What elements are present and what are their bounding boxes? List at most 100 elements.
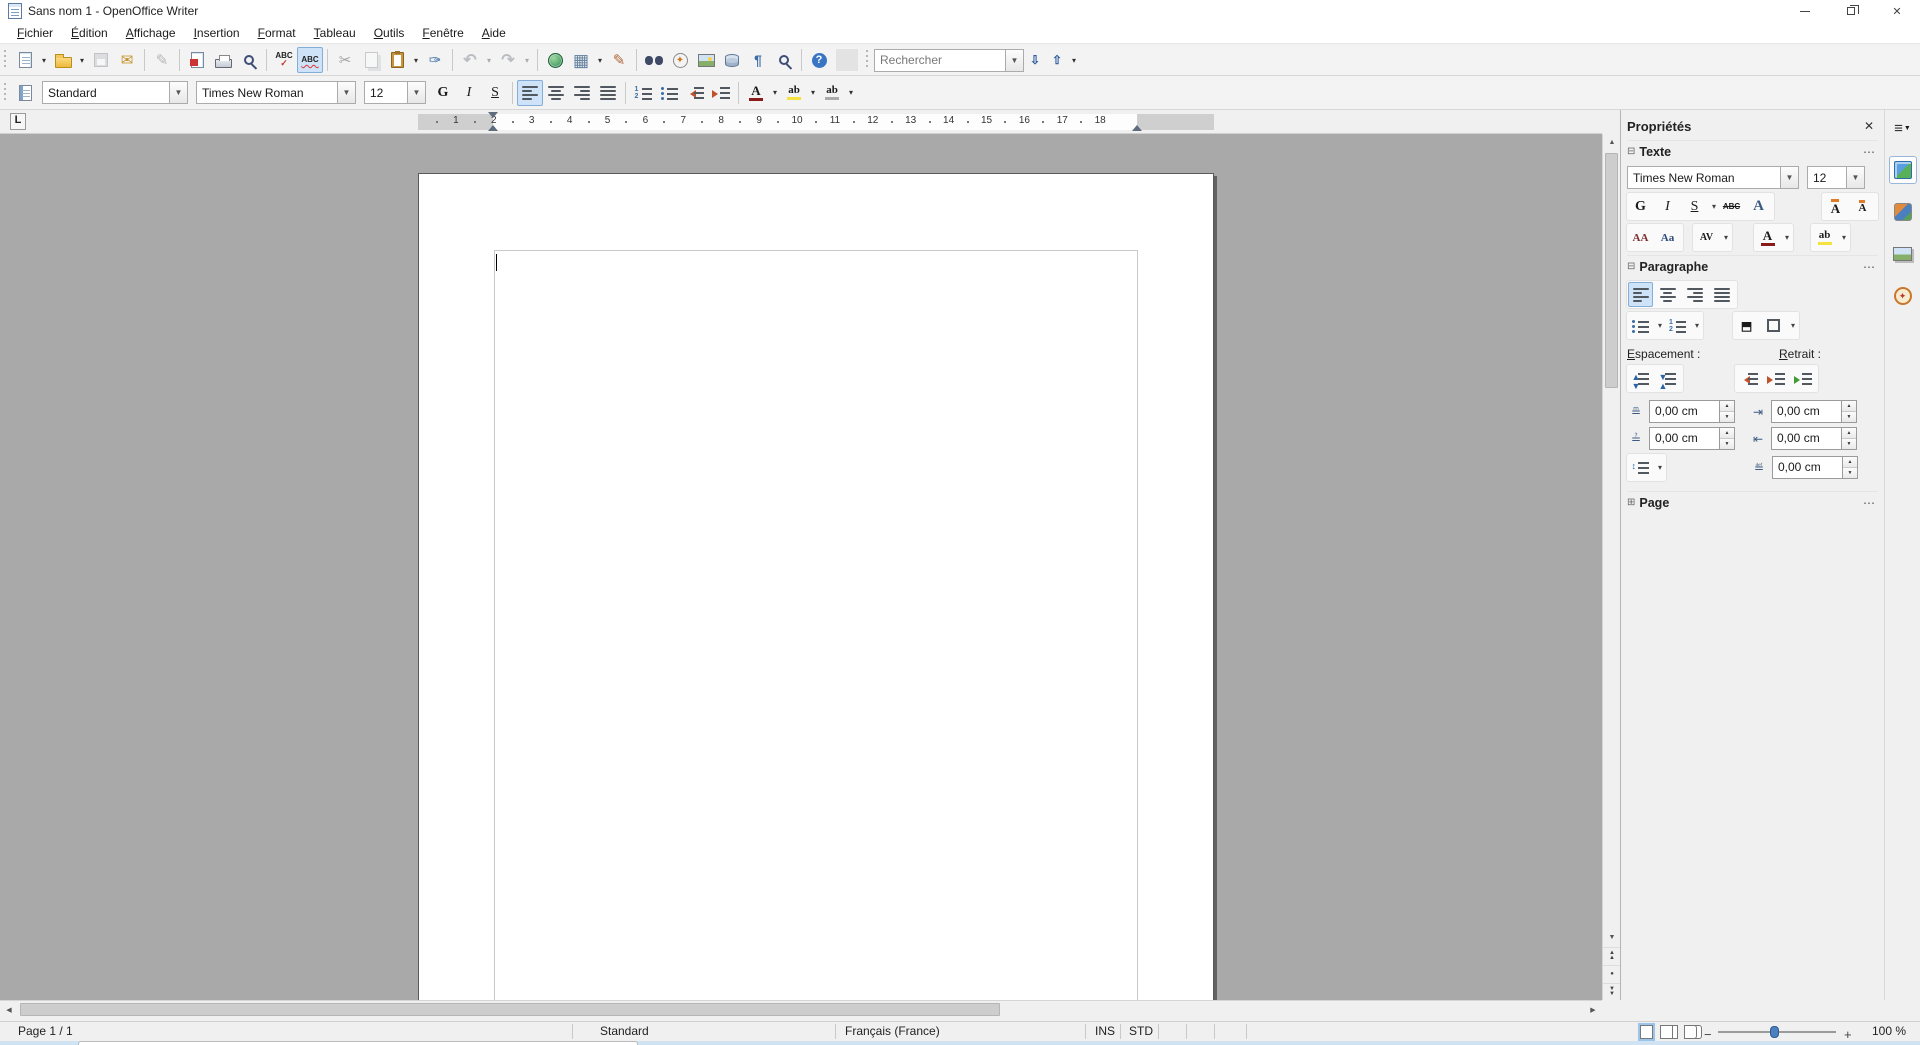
- background-color-dropdown[interactable]: ▾: [845, 80, 857, 106]
- scroll-left-button[interactable]: ◀: [0, 1001, 18, 1018]
- increase-font-size-button[interactable]: A: [1823, 194, 1848, 219]
- edit-file-button[interactable]: ✎: [149, 47, 175, 73]
- save-button[interactable]: [88, 47, 114, 73]
- sidebar-strikethrough-button[interactable]: ABC: [1719, 194, 1744, 219]
- page-style-indicator[interactable]: Standard: [600, 1024, 649, 1038]
- data-sources-button[interactable]: [719, 47, 745, 73]
- menu-item-aide[interactable]: Aide: [473, 24, 515, 42]
- undo-dropdown[interactable]: ▾: [483, 47, 495, 73]
- highlighting-button[interactable]: ab: [781, 80, 807, 106]
- gallery-button[interactable]: [693, 47, 719, 73]
- character-spacing-button[interactable]: AV: [1694, 225, 1719, 250]
- decrease-font-size-button[interactable]: A: [1850, 194, 1875, 219]
- undo-button[interactable]: ↶: [457, 47, 483, 73]
- style-dropdown[interactable]: ▼: [169, 82, 187, 103]
- copy-button[interactable]: [358, 47, 384, 73]
- tab-stop-selector[interactable]: L: [10, 113, 26, 130]
- size-dropdown[interactable]: ▼: [1846, 167, 1864, 188]
- sidebar-highlighting-button[interactable]: ab: [1812, 225, 1837, 250]
- print-preview-button[interactable]: [236, 47, 262, 73]
- italic-button[interactable]: I: [456, 80, 482, 106]
- collapse-icon[interactable]: ⊟: [1627, 146, 1635, 157]
- spellcheck-button[interactable]: ABC ✓: [271, 47, 297, 73]
- paste-dropdown[interactable]: ▾: [410, 47, 422, 73]
- bold-button[interactable]: G: [430, 80, 456, 106]
- sidebar-close-button[interactable]: ✕: [1860, 119, 1878, 133]
- export-pdf-button[interactable]: [184, 47, 210, 73]
- increase-indent-button[interactable]: [708, 80, 734, 106]
- insert-table-dropdown[interactable]: ▾: [594, 47, 606, 73]
- single-page-view-button[interactable]: [1638, 1023, 1655, 1041]
- menu-item-fichier[interactable]: Fichier: [8, 24, 62, 42]
- below-paragraph-spacing-field[interactable]: 0,00 cm ▲ ▼: [1649, 427, 1735, 450]
- open-dropdown[interactable]: ▾: [76, 47, 88, 73]
- align-left-button[interactable]: [517, 79, 543, 106]
- new-document-dropdown[interactable]: ▾: [38, 47, 50, 73]
- close-button[interactable]: ✕: [1874, 0, 1920, 22]
- character-spacing-dropdown[interactable]: ▾: [1721, 233, 1731, 242]
- zoom-button[interactable]: [771, 47, 797, 73]
- underline-button[interactable]: S: [482, 80, 508, 106]
- selection-mode-indicator[interactable]: STD: [1129, 1024, 1153, 1038]
- scroll-down-button[interactable]: ▼: [1603, 929, 1621, 946]
- bullet-list-button[interactable]: [656, 80, 682, 106]
- above-paragraph-spacing-field[interactable]: 0,00 cm ▲ ▼: [1649, 400, 1735, 423]
- menu-item-affichage[interactable]: Affichage: [117, 24, 185, 42]
- expand-icon[interactable]: ⊞: [1627, 497, 1635, 508]
- first-line-indent-field[interactable]: 0,00 cm ▲ ▼: [1772, 456, 1858, 479]
- previous-page-button[interactable]: ▲ ▲: [1603, 947, 1621, 964]
- zoom-level-indicator[interactable]: 100 %: [1872, 1024, 1906, 1038]
- font-dropdown[interactable]: ▼: [1780, 167, 1798, 188]
- page-more-options-button[interactable]: ⋯: [1861, 496, 1878, 510]
- underline-dropdown[interactable]: ▾: [1709, 202, 1719, 211]
- line-spacing-dropdown[interactable]: ▾: [1655, 463, 1665, 472]
- find-toolbar-grip[interactable]: [865, 50, 870, 70]
- document-page[interactable]: [418, 173, 1214, 1000]
- open-button[interactable]: [50, 47, 76, 73]
- language-indicator[interactable]: Français (France): [845, 1024, 940, 1038]
- navigation-dot-button[interactable]: ●: [1603, 965, 1621, 982]
- sidebar-justify-button[interactable]: [1709, 282, 1734, 307]
- sidebar-bold-button[interactable]: G: [1628, 194, 1653, 219]
- section-header-page[interactable]: ⊞ Page ⋯: [1627, 491, 1878, 513]
- menu-item-format[interactable]: Format: [249, 24, 305, 42]
- font-effects-button[interactable]: A: [1746, 194, 1771, 219]
- highlighting-dropdown[interactable]: ▾: [807, 80, 819, 106]
- left-indent-marker[interactable]: [488, 120, 498, 131]
- toolbar-grip[interactable]: [3, 82, 8, 103]
- sidebar-underline-button[interactable]: S: [1682, 194, 1707, 219]
- size-dropdown[interactable]: ▼: [407, 82, 425, 103]
- sidebar-font-size-select[interactable]: 12 ▼: [1807, 166, 1865, 189]
- find-previous-button[interactable]: ⇧: [1046, 47, 1068, 73]
- horizontal-scrollbar[interactable]: ◀ ▶: [0, 1000, 1602, 1018]
- font-color-button[interactable]: A: [743, 80, 769, 106]
- tab-styles[interactable]: [1889, 198, 1917, 226]
- sidebar-font-name-select[interactable]: Times New Roman ▼: [1627, 166, 1799, 189]
- sidebar-decrease-indent-button[interactable]: [1736, 366, 1761, 391]
- find-input[interactable]: Rechercher ▼: [874, 48, 1024, 72]
- help-button[interactable]: ?: [806, 47, 832, 73]
- texte-more-options-button[interactable]: ⋯: [1861, 145, 1878, 159]
- justify-button[interactable]: [595, 80, 621, 106]
- sidebar-align-right-button[interactable]: [1682, 282, 1707, 307]
- book-view-button[interactable]: [1684, 1025, 1697, 1039]
- tab-navigator[interactable]: ✦: [1889, 282, 1917, 310]
- page-indicator[interactable]: Page 1 / 1: [18, 1024, 73, 1038]
- hyperlink-button[interactable]: [542, 47, 568, 73]
- next-page-button[interactable]: ▼ ▼: [1603, 983, 1621, 1000]
- sidebar-increase-indent-button[interactable]: [1763, 366, 1788, 391]
- zoom-slider[interactable]: [1718, 1026, 1836, 1038]
- tab-gallery[interactable]: [1889, 240, 1917, 268]
- before-text-indent-field[interactable]: 0,00 cm ▲ ▼: [1771, 400, 1857, 423]
- zoom-slider-thumb[interactable]: [1770, 1026, 1779, 1038]
- styles-panel-button[interactable]: [12, 80, 38, 106]
- autospellcheck-toggle[interactable]: ABC: [297, 47, 323, 73]
- font-size-select[interactable]: 12 ▼: [364, 81, 426, 104]
- insert-table-button[interactable]: ▦: [568, 47, 594, 73]
- uppercase-button[interactable]: AA: [1628, 225, 1653, 250]
- toolbar-grip[interactable]: [3, 50, 8, 70]
- bullet-list-dropdown[interactable]: ▾: [1655, 321, 1665, 330]
- paragraphe-more-options-button[interactable]: ⋯: [1861, 260, 1878, 274]
- font-color-dropdown[interactable]: ▾: [1782, 233, 1792, 242]
- horizontal-ruler[interactable]: L 1 2 3 4 5 6 7 8 9 10 11 12 13 14 15 16 17 18: [0, 110, 1602, 134]
